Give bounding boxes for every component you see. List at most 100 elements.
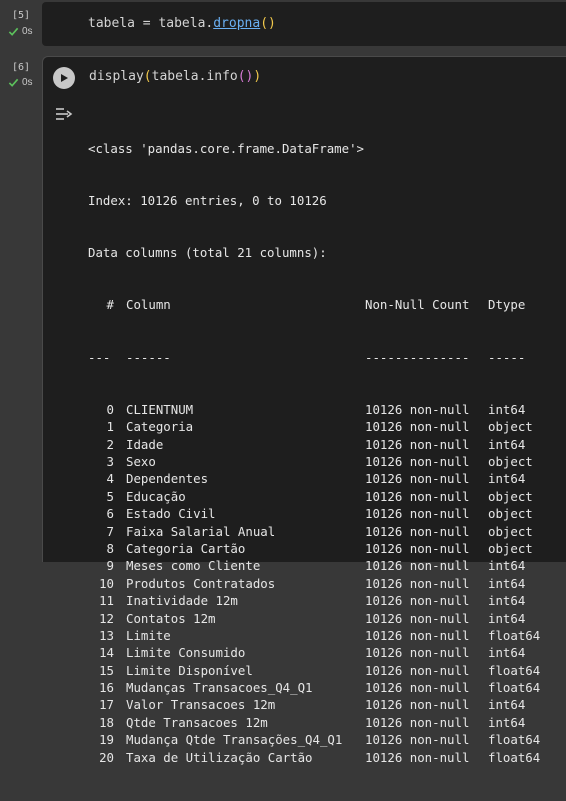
row-dtype: int64 — [488, 610, 526, 626]
table-row: 19 Mudança Qtde Transações_Q4_Q1 10126 non… — [88, 731, 558, 748]
row-index: 18 — [99, 714, 114, 730]
table-row: 5 Educação 10126 non-null object — [88, 488, 558, 505]
row-column-name: Meses como Cliente — [126, 558, 261, 574]
row-index: 7 — [106, 523, 114, 539]
row-non-null-count: 10126 non-null — [365, 680, 470, 696]
table-row: 0 CLIENTNUM 10126 non-null int64 — [88, 401, 558, 418]
header-dtype: Dtype — [488, 297, 526, 313]
row-non-null-count: 10126 non-null — [365, 662, 470, 678]
table-row: 13 Limite 10126 non-null float64 — [88, 627, 558, 644]
row-dtype: float64 — [488, 749, 541, 765]
table-row: 10 Produtos Contratados 10126 non-null int6… — [88, 575, 558, 592]
row-dtype: object — [488, 419, 533, 435]
row-column-name: Categoria — [126, 419, 194, 435]
row-index: 12 — [99, 610, 114, 626]
row-non-null-count: 10126 non-null — [365, 714, 470, 730]
row-index: 10 — [99, 575, 114, 591]
code-cell-2[interactable]: display(tabela.info()) <class 'pandas.co… — [42, 56, 566, 765]
row-index: 1 — [106, 419, 114, 435]
row-dtype: object — [488, 506, 533, 522]
row-index: 16 — [99, 680, 114, 696]
row-index: 14 — [99, 645, 114, 661]
code-cell-1[interactable]: tabela = tabela.dropna() — [42, 2, 566, 46]
output-menu-icon[interactable] — [54, 106, 74, 122]
row-index: 5 — [106, 488, 114, 504]
cell-1-execution-count: [5] — [12, 10, 31, 21]
header-num: # — [106, 297, 114, 313]
row-index: 6 — [106, 506, 114, 522]
table-row: 15 Limite Disponível 10126 non-null float64 — [88, 662, 558, 679]
code-fn: display — [89, 69, 144, 84]
row-column-name: Mudanças Transacoes_Q4_Q1 — [126, 680, 313, 696]
row-dtype: float64 — [488, 662, 541, 678]
row-non-null-count: 10126 non-null — [365, 488, 470, 504]
table-row: 17 Valor Transacoes 12m 10126 non-null int6… — [88, 696, 558, 713]
row-index: 9 — [106, 558, 114, 574]
row-column-name: Idade — [126, 436, 164, 452]
separator-num: --- — [88, 349, 111, 365]
table-row: 8 Categoria Cartão 10126 non-null object — [88, 540, 558, 557]
row-column-name: Faixa Salarial Anual — [126, 523, 276, 539]
row-column-name: Valor Transacoes 12m — [126, 697, 276, 713]
row-column-name: Mudança Qtde Transações_Q4_Q1 — [126, 732, 343, 748]
row-dtype: int64 — [488, 471, 526, 487]
row-index: 15 — [99, 662, 114, 678]
row-column-name: Estado Civil — [126, 506, 216, 522]
row-dtype: int64 — [488, 575, 526, 591]
output-header-row: # Column Non-Null Count Dtype — [88, 296, 558, 313]
run-cell-button[interactable] — [53, 67, 75, 89]
row-non-null-count: 10126 non-null — [365, 523, 470, 539]
row-index: 0 — [106, 401, 114, 417]
row-column-name: Limite Disponível — [126, 662, 253, 678]
row-dtype: float64 — [488, 627, 541, 643]
cell-2-execution-count: [6] — [12, 62, 31, 73]
row-dtype: int64 — [488, 436, 526, 452]
row-index: 11 — [99, 593, 114, 609]
row-dtype: int64 — [488, 593, 526, 609]
row-index: 17 — [99, 697, 114, 713]
output-rows: 0 CLIENTNUM 10126 non-null int64 1 Categoria 1… — [88, 401, 558, 766]
row-index: 13 — [99, 627, 114, 643]
row-non-null-count: 10126 non-null — [365, 558, 470, 574]
row-dtype: int64 — [488, 558, 526, 574]
table-row: 1 Categoria 10126 non-null object — [88, 418, 558, 435]
output-class-line: <class 'pandas.core.frame.DataFrame'> — [88, 140, 365, 156]
row-non-null-count: 10126 non-null — [365, 436, 470, 452]
code-mid: tabela.info — [151, 69, 238, 84]
table-row: 6 Estado Civil 10126 non-null object — [88, 505, 558, 522]
table-row: 9 Meses como Cliente 10126 non-null int64 — [88, 557, 558, 574]
cell-2-code[interactable]: display(tabela.info()) — [89, 69, 261, 84]
row-dtype: object — [488, 540, 533, 556]
row-dtype: float64 — [488, 732, 541, 748]
row-non-null-count: 10126 non-null — [365, 593, 470, 609]
row-non-null-count: 10126 non-null — [365, 454, 470, 469]
row-dtype: object — [488, 488, 533, 504]
output-index-line: Index: 10126 entries, 0 to 10126 — [88, 193, 327, 209]
cell-1-gutter: [5] 0s — [0, 0, 42, 50]
table-row: 18 Qtde Transacoes 12m 10126 non-null int64 — [88, 714, 558, 731]
row-index: 20 — [99, 749, 114, 765]
row-column-name: CLIENTNUM — [126, 401, 194, 417]
row-column-name: Taxa de Utilização Cartão — [126, 749, 313, 765]
cell-1-exec-time: 0s — [22, 26, 33, 37]
row-column-name: Contatos 12m — [126, 610, 216, 626]
code-text: tabela = tabela. — [88, 16, 214, 31]
row-column-name: Categoria Cartão — [126, 540, 246, 556]
row-non-null-count: 10126 non-null — [365, 749, 470, 765]
row-index: 19 — [99, 732, 114, 748]
row-dtype: int64 — [488, 401, 526, 417]
row-non-null-count: 10126 non-null — [365, 419, 470, 435]
code-open-paren: ( — [143, 69, 152, 84]
row-column-name: Produtos Contratados — [126, 575, 276, 591]
code-close-paren: ) — [253, 69, 262, 84]
cell-2-status: 0s — [8, 77, 33, 88]
cell-2-exec-time: 0s — [22, 77, 33, 88]
table-row: 12 Contatos 12m 10126 non-null int64 — [88, 610, 558, 627]
cell-output: <class 'pandas.core.frame.DataFrame'> In… — [88, 105, 558, 801]
row-non-null-count: 10126 non-null — [365, 401, 470, 417]
row-non-null-count: 10126 non-null — [365, 697, 470, 713]
row-dtype: object — [488, 523, 533, 539]
cell-1-status: 0s — [8, 26, 33, 37]
row-index: 8 — [106, 540, 114, 556]
cell-1-code[interactable]: tabela = tabela.dropna() — [88, 16, 276, 31]
